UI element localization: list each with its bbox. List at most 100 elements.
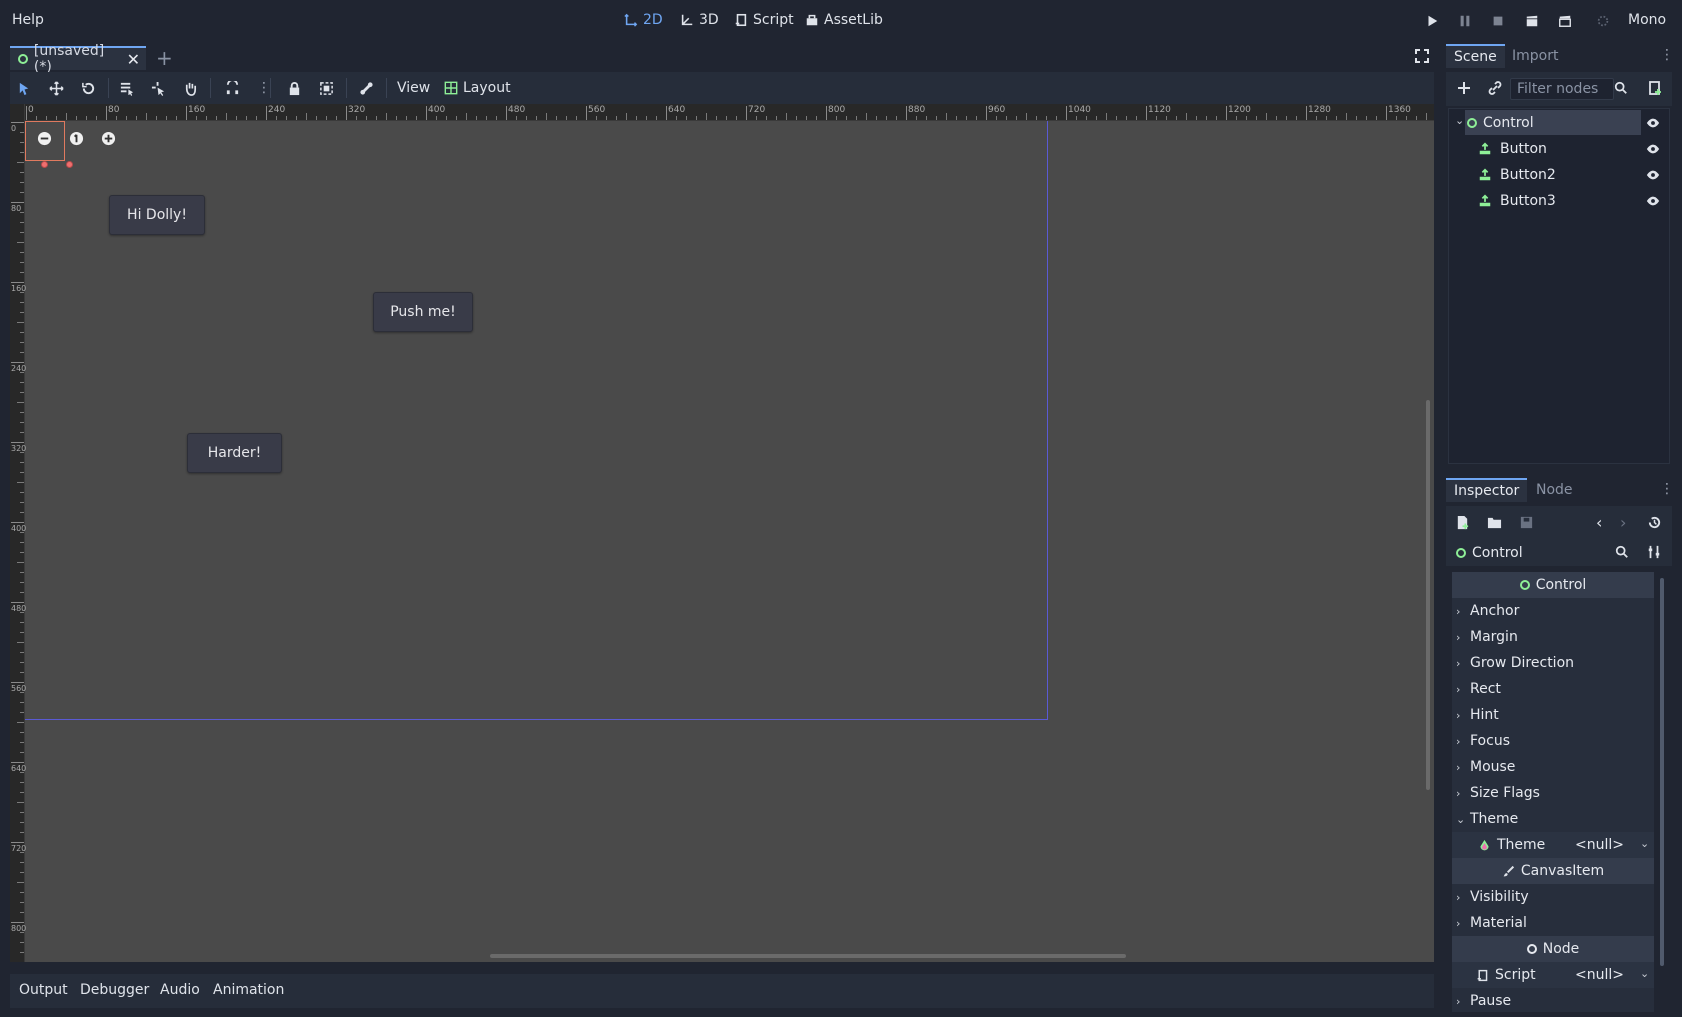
attach-script-button[interactable] (1647, 80, 1663, 96)
bottom-tab-animation[interactable]: Animation (213, 982, 284, 998)
save-resource-button[interactable] (1519, 515, 1535, 531)
property-rect[interactable]: › Rect (1452, 676, 1654, 702)
bone-icon (359, 81, 373, 95)
pivot-mode-button[interactable] (150, 80, 166, 96)
canvas-button-harder[interactable]: Harder! (187, 433, 282, 473)
tree-node-button[interactable]: Button (1478, 136, 1639, 161)
visibility-eye-icon[interactable] (1646, 142, 1660, 160)
group-button[interactable] (318, 80, 334, 96)
snap-toggle-button[interactable] (224, 80, 240, 96)
property-size-flags[interactable]: › Size Flags (1452, 780, 1654, 806)
layout-menu[interactable]: Layout (444, 80, 511, 96)
property-material[interactable]: › Material (1452, 910, 1654, 936)
add-tab-icon[interactable]: + (156, 46, 173, 70)
object-tools-icon[interactable] (1647, 545, 1661, 559)
filter-nodes-input[interactable]: Filter nodes (1510, 78, 1614, 100)
workspace-2d-button[interactable]: 2D (624, 12, 663, 28)
tree-node-button2[interactable]: Button2 (1478, 162, 1639, 187)
distraction-free-icon[interactable] (1414, 48, 1430, 64)
dock-tab-scene[interactable]: Scene (1446, 44, 1505, 68)
ruler-minor-tick (596, 116, 597, 120)
bottom-tab-audio[interactable]: Audio (160, 982, 200, 998)
rotate-mode-button[interactable] (80, 80, 96, 96)
property-hint[interactable]: › Hint (1452, 702, 1654, 728)
tree-node-button3[interactable]: Button3 (1478, 188, 1639, 213)
lock-button[interactable] (286, 80, 302, 96)
stop-button[interactable] (1490, 13, 1506, 29)
list-select-button[interactable] (118, 80, 134, 96)
property-script[interactable]: Script <null> (1452, 962, 1654, 988)
viewport-horizontal-scrollbar[interactable] (490, 954, 1126, 958)
group-icon (319, 81, 333, 95)
close-tab-icon[interactable]: ✕ (127, 50, 140, 69)
skeleton-button[interactable] (358, 80, 374, 96)
add-node-button[interactable] (1456, 80, 1472, 96)
play-button[interactable] (1424, 13, 1440, 29)
pause-button[interactable] (1457, 13, 1473, 29)
inspector-scrollbar[interactable] (1660, 578, 1664, 966)
ruler-tick (986, 106, 987, 120)
zoom-out-button[interactable] (36, 130, 52, 146)
property-visibility[interactable]: › Visibility (1452, 884, 1654, 910)
history-forward-icon[interactable]: › (1620, 513, 1626, 532)
property-group-theme[interactable]: ⌄ Theme (1452, 806, 1654, 832)
collapse-chevron-icon[interactable]: ⌄ (1455, 114, 1464, 127)
dock-tab-import[interactable]: Import (1504, 44, 1566, 68)
play-scene-button[interactable] (1524, 13, 1540, 29)
select-mode-button[interactable] (16, 80, 32, 96)
scene-tab[interactable]: [unsaved](*) ✕ (10, 43, 146, 75)
category-control[interactable]: Control (1452, 572, 1654, 598)
property-mouse[interactable]: › Mouse (1452, 754, 1654, 780)
instance-scene-button[interactable] (1487, 80, 1503, 96)
canvas-button-hi-dolly[interactable]: Hi Dolly! (109, 195, 205, 235)
property-search-icon[interactable] (1615, 545, 1629, 559)
property-grow-direction[interactable]: › Grow Direction (1452, 650, 1654, 676)
ruler-minor-tick (17, 562, 24, 563)
property-focus[interactable]: › Focus (1452, 728, 1654, 754)
property-anchor[interactable]: › Anchor (1452, 598, 1654, 624)
tree-node-control[interactable]: Control (1465, 110, 1641, 135)
move-mode-button[interactable] (48, 80, 64, 96)
bottom-tab-debugger[interactable]: Debugger (80, 982, 149, 998)
dropdown-chevron-icon[interactable]: ⌄ (1640, 837, 1649, 850)
ruler-minor-tick (156, 116, 157, 120)
play-custom-scene-button[interactable] (1557, 13, 1573, 29)
object-history-button[interactable] (1647, 515, 1663, 531)
property-margin[interactable]: › Margin (1452, 624, 1654, 650)
property-theme[interactable]: Theme <null> (1452, 832, 1654, 858)
category-canvasitem[interactable]: CanvasItem (1452, 858, 1654, 884)
workspace-assetlib-button[interactable]: AssetLib (805, 12, 883, 28)
visibility-eye-icon[interactable] (1646, 168, 1660, 186)
visibility-eye-icon[interactable] (1646, 194, 1660, 212)
zoom-in-button[interactable] (100, 130, 116, 146)
open-resource-button[interactable] (1487, 515, 1503, 531)
history-back-icon[interactable]: ‹ (1596, 513, 1602, 532)
visibility-eye-icon[interactable] (1646, 116, 1660, 134)
pan-mode-button[interactable] (182, 80, 198, 96)
anchor-handle[interactable] (66, 161, 73, 168)
new-resource-button[interactable] (1455, 515, 1471, 531)
mono-menu[interactable]: Mono (1628, 12, 1666, 28)
workspace-script-button[interactable]: Script (734, 12, 794, 28)
dropdown-chevron-icon[interactable]: ⌄ (1640, 967, 1649, 980)
menu-help[interactable]: Help (12, 12, 44, 28)
dock-tab-inspector[interactable]: Inspector (1446, 478, 1528, 502)
anchor-handle[interactable] (41, 161, 48, 168)
inspector-menu-icon[interactable]: ⋮ (1660, 481, 1674, 497)
bottom-tab-output[interactable]: Output (19, 982, 68, 998)
viewport-vertical-scrollbar[interactable] (1426, 400, 1430, 790)
pause-icon (1460, 15, 1470, 27)
ruler-minor-tick (20, 712, 24, 713)
property-pause[interactable]: › Pause (1452, 988, 1654, 1012)
dock-menu-icon[interactable]: ⋮ (1660, 47, 1674, 63)
history-icon (1648, 516, 1661, 529)
inspected-object[interactable]: Control (1456, 545, 1523, 561)
zoom-reset-button[interactable] (68, 130, 84, 146)
view-menu[interactable]: View (397, 80, 430, 96)
category-node[interactable]: Node (1452, 936, 1654, 962)
ruler-minor-tick (796, 116, 797, 120)
canvas-button-push-me[interactable]: Push me! (373, 292, 473, 332)
dock-tab-node[interactable]: Node (1528, 478, 1581, 502)
snap-options-icon[interactable]: ⋮ (257, 80, 271, 96)
workspace-3d-button[interactable]: 3D (680, 12, 719, 28)
